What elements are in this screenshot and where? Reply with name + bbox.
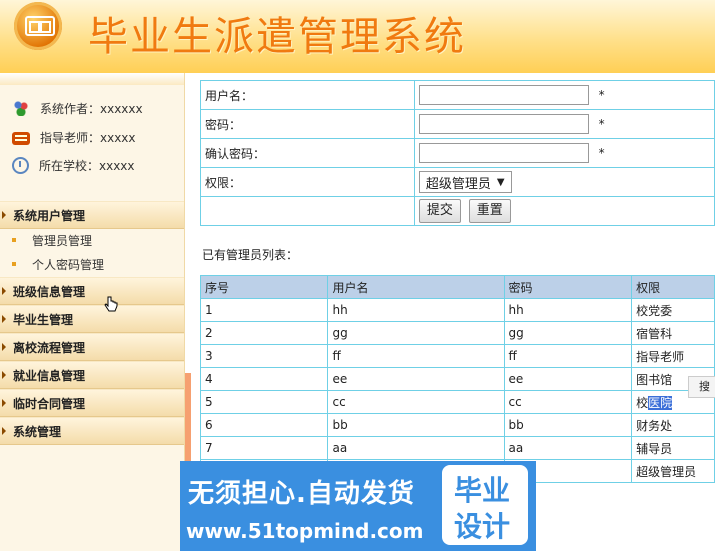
author-icon	[12, 100, 30, 116]
cell-password: bb	[503, 413, 633, 437]
menu-leave-process[interactable]: 离校流程管理	[0, 333, 184, 361]
reset-button[interactable]: 重置	[468, 199, 511, 223]
table-row: 2 gg gg 宿管科	[200, 321, 715, 345]
header-banner: 毕业生派遣管理系统	[0, 0, 715, 73]
cell-role: 指导老师	[631, 344, 715, 368]
admin-list-caption: 已有管理员列表：	[202, 248, 299, 262]
cell-index: 2	[200, 321, 329, 345]
table-row: 3 ff ff 指导老师	[200, 344, 715, 368]
cell-username: aa	[327, 436, 505, 460]
cell-role: 校党委	[631, 298, 715, 322]
cell-role: 辅导员	[631, 436, 715, 460]
table-row: 6 bb bb 财务处	[200, 413, 715, 437]
menu-system[interactable]: 系统管理	[0, 417, 184, 445]
password-input[interactable]	[418, 114, 589, 134]
cell-username: ee	[327, 367, 505, 391]
column-header-password: 密码	[503, 275, 633, 299]
watermark-url: www.51topmind.com	[186, 519, 424, 543]
arrow-right-icon	[2, 427, 6, 435]
admin-list-table: 序号 用户名 密码 权限 1 hh hh 校党委 2 gg gg 宿管科 3 f…	[200, 275, 715, 483]
cell-password: cc	[503, 390, 633, 414]
add-admin-form: 用户名： * 密码： * 确认密码： * 权限： 超级管理员 ▼ 提交 重置	[200, 80, 715, 226]
watermark-badge: 毕业 设计	[442, 465, 528, 545]
table-header-row: 序号 用户名 密码 权限	[200, 275, 715, 299]
teacher-info: 指导老师：xxxxx	[12, 127, 136, 147]
arrow-right-icon	[2, 287, 6, 295]
hand-cursor-icon	[104, 296, 118, 312]
required-mark: *	[598, 145, 605, 160]
menu-item-admin-manage[interactable]: 管理员管理	[12, 230, 92, 250]
confirm-password-input[interactable]	[418, 143, 589, 163]
selected-text: 医院	[648, 395, 673, 410]
column-header-username: 用户名	[327, 275, 505, 299]
cell-index: 7	[200, 436, 329, 460]
arrow-right-icon	[2, 343, 6, 351]
cell-password: gg	[503, 321, 633, 345]
watermark-banner: 无须担心.自动发货 www.51topmind.com 毕业 设计	[180, 461, 536, 551]
role-label: 权限：	[200, 167, 415, 197]
school-info: 所在学校：xxxxx	[12, 155, 135, 175]
arrow-right-icon	[2, 371, 6, 379]
arrow-right-icon	[2, 399, 6, 407]
logo-icon	[14, 2, 62, 50]
cell-index: 6	[200, 413, 329, 437]
password-label: 密码：	[200, 109, 415, 139]
app-title: 毕业生派遣管理系统	[88, 14, 466, 60]
column-header-index: 序号	[200, 275, 329, 299]
cell-username: ff	[327, 344, 505, 368]
username-input[interactable]	[418, 85, 589, 105]
table-row: 5 cc cc 校医院	[200, 390, 715, 414]
arrow-right-icon	[2, 315, 6, 323]
cell-password: ff	[503, 344, 633, 368]
dropdown-arrow-icon: ▼	[496, 176, 505, 188]
cell-password: aa	[503, 436, 633, 460]
cell-username: bb	[327, 413, 505, 437]
cell-username: hh	[327, 298, 505, 322]
cell-index: 1	[200, 298, 329, 322]
cell-index: 5	[200, 390, 329, 414]
column-header-role: 权限	[631, 275, 715, 299]
table-row: 4 ee ee 图书馆	[200, 367, 715, 391]
menu-system-users[interactable]: 系统用户管理	[0, 201, 184, 229]
search-popup-button[interactable]: 搜	[688, 376, 715, 398]
required-mark: *	[598, 87, 605, 102]
confirm-password-label: 确认密码：	[200, 138, 415, 168]
cell-index: 4	[200, 367, 329, 391]
arrow-right-icon	[2, 211, 6, 219]
cell-index: 3	[200, 344, 329, 368]
submit-button[interactable]: 提交	[418, 199, 461, 223]
watermark-slogan: 无须担心.自动发货	[188, 479, 415, 509]
menu-temp-contract[interactable]: 临时合同管理	[0, 389, 184, 417]
teacher-icon	[12, 131, 30, 145]
menu-class-info[interactable]: 班级信息管理	[0, 277, 184, 305]
bullet-icon	[12, 262, 16, 266]
required-mark: *	[598, 116, 605, 131]
cell-username: cc	[327, 390, 505, 414]
cell-role: 超级管理员	[631, 459, 715, 483]
author-info: 系统作者：xxxxxx	[12, 98, 143, 118]
cell-role: 宿管科	[631, 321, 715, 345]
menu-employment[interactable]: 就业信息管理	[0, 361, 184, 389]
table-row: 1 hh hh 校党委	[200, 298, 715, 322]
cell-username: gg	[327, 321, 505, 345]
role-select[interactable]: 超级管理员 ▼	[418, 171, 512, 193]
menu-graduate[interactable]: 毕业生管理	[0, 305, 184, 333]
cell-password: hh	[503, 298, 633, 322]
bullet-icon	[12, 238, 16, 242]
menu-item-password-manage[interactable]: 个人密码管理	[12, 254, 104, 274]
school-icon	[12, 156, 29, 174]
table-row: 7 aa aa 辅导员	[200, 436, 715, 460]
username-label: 用户名：	[200, 80, 415, 110]
cell-role: 财务处	[631, 413, 715, 437]
cell-password: ee	[503, 367, 633, 391]
